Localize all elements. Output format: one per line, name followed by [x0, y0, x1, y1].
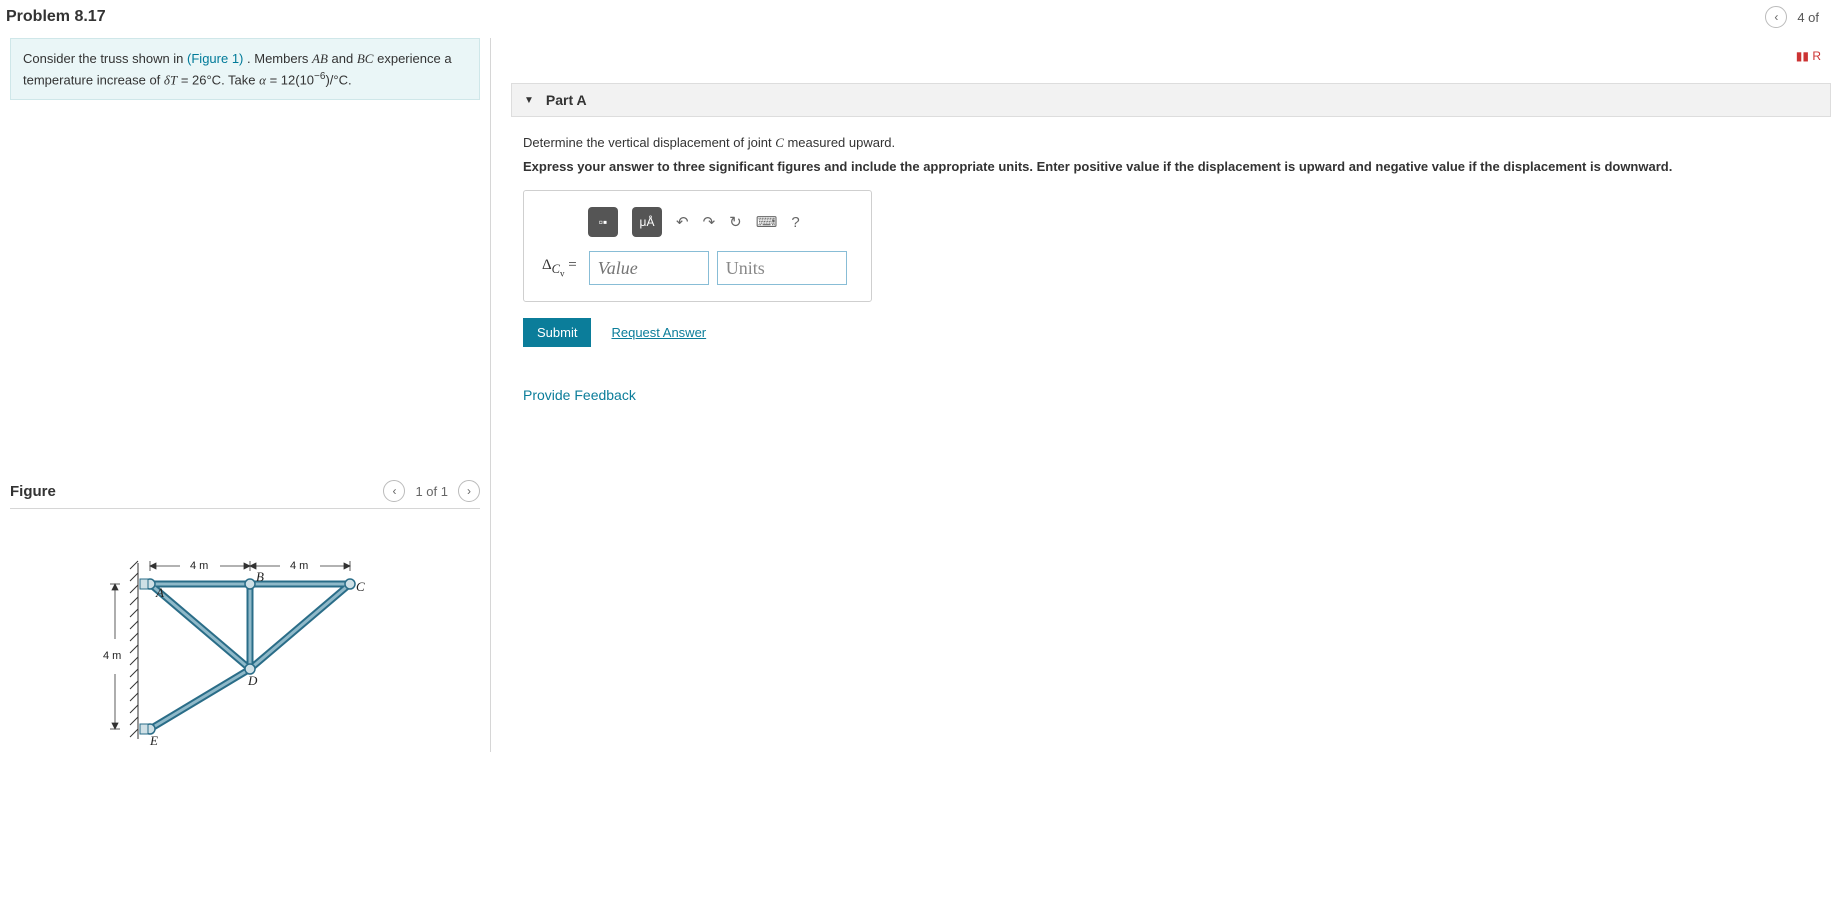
svg-text:4 m: 4 m	[103, 650, 121, 662]
templates-icon[interactable]: ▫▪	[588, 207, 618, 237]
request-answer-link[interactable]: Request Answer	[611, 325, 706, 340]
figure-next-button[interactable]: ›	[458, 480, 480, 502]
resources-icon[interactable]: ▮▮ R	[1796, 49, 1827, 63]
reset-icon[interactable]: ↻	[729, 213, 742, 231]
figure-counter: 1 of 1	[415, 484, 448, 499]
value-input[interactable]	[589, 251, 709, 285]
intro-text: Consider the truss shown in	[23, 51, 187, 66]
figure-prev-button[interactable]: ‹	[383, 480, 405, 502]
svg-text:C: C	[356, 579, 365, 594]
problem-title: Problem 8.17	[6, 8, 106, 26]
prompt-line-2: Express your answer to three significant…	[523, 159, 1799, 174]
figure-diagram: A B C D E 4 m 4 m 4 m	[10, 509, 480, 752]
collapse-icon: ▼	[524, 95, 534, 106]
svg-text:4 m: 4 m	[190, 560, 208, 572]
undo-icon[interactable]: ↶	[676, 213, 689, 231]
units-format-icon[interactable]: μÅ	[632, 207, 662, 237]
svg-text:D: D	[247, 673, 258, 688]
units-input[interactable]: Units	[717, 251, 847, 285]
svg-text:E: E	[149, 733, 158, 748]
answer-input-box: ▫▪ μÅ ↶ ↷ ↻ ⌨ ? ΔCv = Units	[523, 190, 872, 302]
prev-problem-button[interactable]: ‹	[1765, 6, 1787, 28]
part-header[interactable]: ▼ Part A	[511, 83, 1831, 117]
keyboard-icon[interactable]: ⌨	[756, 213, 778, 231]
answer-variable-label: ΔCv =	[538, 257, 581, 279]
provide-feedback-link[interactable]: Provide Feedback	[523, 387, 636, 403]
part-title: Part A	[546, 92, 587, 108]
figure-heading: Figure	[10, 483, 56, 500]
page-position-text: 4 of	[1797, 10, 1819, 25]
prompt-line-1: Determine the vertical displacement of j…	[523, 135, 1799, 151]
redo-icon[interactable]: ↷	[703, 213, 716, 231]
submit-button[interactable]: Submit	[523, 318, 591, 347]
svg-text:4 m: 4 m	[290, 560, 308, 572]
figure-link[interactable]: (Figure 1)	[187, 51, 243, 66]
help-icon[interactable]: ?	[791, 214, 799, 231]
svg-text:A: A	[155, 585, 164, 600]
problem-statement: Consider the truss shown in (Figure 1) .…	[10, 38, 480, 100]
svg-text:B: B	[256, 569, 264, 584]
